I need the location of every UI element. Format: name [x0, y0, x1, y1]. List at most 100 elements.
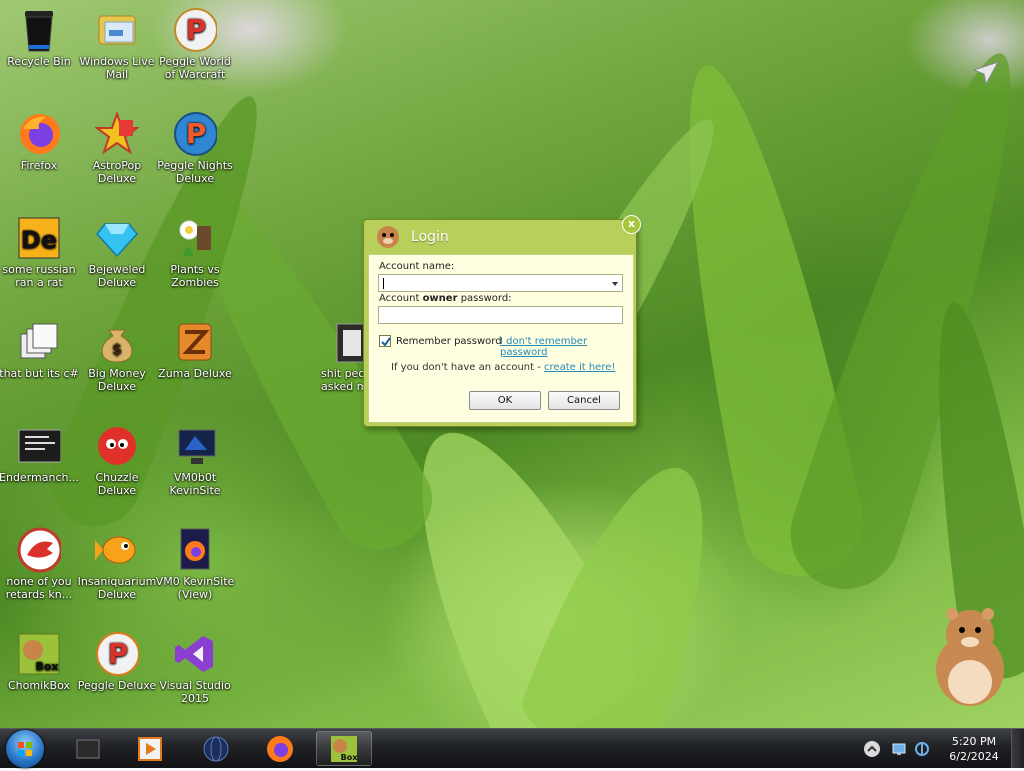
hamster-logo-icon — [376, 225, 400, 249]
svg-text:P: P — [186, 13, 207, 46]
zuma-icon — [173, 320, 217, 364]
show-hidden-icons-button[interactable] — [864, 741, 880, 757]
volume-icon[interactable] — [914, 741, 930, 760]
desktop-icon-label: Visual Studio 2015 — [159, 679, 231, 705]
remember-password-checkbox[interactable] — [379, 335, 391, 347]
desktop-icon-label: Chuzzle Deluxe — [95, 471, 139, 497]
desktop-icon-astropop-deluxe[interactable]: AstroPop Deluxe — [77, 108, 157, 185]
desktop-icon-label: Plants vs Zombies — [170, 263, 220, 289]
taskbar-firefox[interactable] — [254, 731, 306, 766]
password-field[interactable] — [378, 306, 623, 324]
desktop-icon-label: Peggle Nights Deluxe — [157, 159, 233, 185]
desktop-icon-big-money-deluxe[interactable]: $ Big Money Deluxe — [77, 316, 157, 393]
desktop-icon-label: Peggle World of Warcraft — [159, 55, 231, 81]
create-account-link[interactable]: create it here! — [544, 362, 615, 373]
desktop-icon-label: Big Money Deluxe — [88, 367, 146, 393]
mail-icon — [95, 8, 139, 52]
text-caret — [383, 278, 384, 289]
desktop-icon-label: Peggle Deluxe — [77, 679, 157, 692]
chuzzle-icon — [95, 424, 139, 468]
desktop-icon-peggle-nights-deluxe[interactable]: P Peggle Nights Deluxe — [155, 108, 235, 185]
desktop-icon-insaniquarium-deluxe[interactable]: Insaniquarium Deluxe — [77, 524, 157, 601]
network-icon[interactable] — [891, 741, 907, 760]
firefox-file-icon — [173, 528, 217, 572]
peggle-nights-icon: P — [173, 112, 217, 156]
desktop-icon-label: some russian ran a rat — [2, 263, 76, 289]
diamond-icon — [95, 216, 139, 260]
desktop-icon-label: Windows Live Mail — [79, 55, 155, 81]
desktop-icon-chuzzle-deluxe[interactable]: Chuzzle Deluxe — [77, 420, 157, 497]
cancel-button[interactable]: Cancel — [548, 391, 620, 410]
fish-icon — [95, 528, 139, 572]
desktop-icon-label: Recycle Bin — [7, 55, 71, 68]
clock-date: 6/2/2024 — [949, 750, 999, 763]
desktop-icon-zuma-deluxe[interactable]: Zuma Deluxe — [155, 316, 235, 380]
desktop-icon-label: Endermanch... — [0, 471, 79, 484]
desktop-icon-peggle-deluxe[interactable]: P Peggle Deluxe — [77, 628, 157, 692]
svg-text:P: P — [186, 117, 207, 150]
visual-studio-icon — [173, 632, 217, 676]
desktop-icon-label: Bejeweled Deluxe — [88, 263, 146, 289]
taskbar: Box 5:20 PM 6/2/2024 — [0, 728, 1024, 768]
show-desktop-button[interactable] — [1011, 729, 1024, 768]
peggle-icon: P — [95, 632, 139, 676]
desktop-icon-label: Zuma Deluxe — [158, 367, 232, 380]
desktop-icon-recycle-bin[interactable]: Recycle Bin — [0, 4, 79, 68]
desktop-icon-some-russian-ran-a-rat[interactable]: De some russian ran a rat — [0, 212, 79, 289]
svg-text:De: De — [21, 226, 57, 254]
money-bag-icon: $ — [95, 320, 139, 364]
system-clock[interactable]: 5:20 PM 6/2/2024 — [938, 734, 1010, 764]
start-button[interactable] — [6, 730, 44, 768]
desktop-icon-none-of-you-retards[interactable]: none of you retards kn... — [0, 524, 79, 601]
desktop-icon-peggle-world-of-warcraft[interactable]: P Peggle World of Warcraft — [155, 4, 235, 81]
desktop-icon-label: AstroPop Deluxe — [92, 159, 142, 185]
svg-text:Box: Box — [341, 753, 359, 762]
taskbar-media-player[interactable] — [124, 731, 176, 766]
ok-button[interactable]: OK — [469, 391, 541, 410]
desktop-icon-that-but-its-csharp[interactable]: that but its c# — [0, 316, 79, 380]
close-icon: x — [627, 217, 636, 230]
recycle-bin-icon — [17, 8, 61, 52]
taskbar-explorer[interactable] — [62, 731, 114, 766]
desktop-icon-vm0b0t-kevinsite[interactable]: VM0b0t KevinSite — [155, 420, 235, 497]
desktop-icon-label: VM0 KevinSite (View) — [155, 575, 235, 601]
dialog-body: Account name: Account owner password: Re… — [368, 254, 634, 423]
hamster-mascot-image — [920, 600, 1010, 713]
plant-icon — [173, 216, 217, 260]
desktop-icon-bejeweled-deluxe[interactable]: Bejeweled Deluxe — [77, 212, 157, 289]
peggle-icon: P — [173, 8, 217, 52]
desktop-icon-firefox[interactable]: Firefox — [0, 108, 79, 172]
console-icon — [17, 424, 61, 468]
checkmark-icon — [381, 337, 391, 347]
firefox-icon — [17, 112, 61, 156]
remember-password-label[interactable]: Remember password — [396, 336, 502, 347]
desktop-icon-plants-vs-zombies[interactable]: Plants vs Zombies — [155, 212, 235, 289]
explorer-icon — [76, 739, 100, 758]
svg-text:P: P — [108, 637, 129, 670]
astropop-icon — [95, 112, 139, 156]
desktop-icon-vm0-kevinsite-view[interactable]: VM0 KevinSite (View) — [155, 524, 235, 601]
taskbar-globe-app[interactable] — [190, 731, 242, 766]
account-name-label: Account name: — [379, 261, 455, 272]
account-name-combobox[interactable] — [378, 274, 623, 292]
svg-text:Box: Box — [35, 660, 58, 673]
password-label: Account owner password: — [379, 293, 512, 304]
desktop-icon-visual-studio-2015[interactable]: Visual Studio 2015 — [155, 628, 235, 705]
desktop-icon-label: Insaniquarium Deluxe — [77, 575, 157, 601]
close-button[interactable]: x — [622, 215, 641, 234]
dialog-titlebar[interactable]: Login — [364, 220, 636, 254]
monitor-icon — [173, 424, 217, 468]
globe-icon — [203, 736, 229, 761]
desktop-icon-windows-live-mail[interactable]: Windows Live Mail — [77, 4, 157, 81]
chevron-down-icon[interactable] — [612, 282, 618, 286]
desktop-icon-label: Firefox — [20, 159, 58, 172]
taskbar-chomikbox[interactable]: Box — [316, 731, 372, 766]
windows-logo-icon — [18, 742, 32, 756]
no-account-text: If you don't have an account - create it… — [391, 362, 616, 373]
chomikbox-icon: Box — [17, 632, 61, 676]
forgot-password-link[interactable]: I don't remember password — [500, 336, 633, 358]
desktop-icon-endermanch[interactable]: Endermanch... — [0, 420, 79, 484]
svg-text:$: $ — [112, 342, 122, 358]
dialog-title: Login — [411, 229, 449, 245]
desktop-icon-chomikbox[interactable]: Box ChomikBox — [0, 628, 79, 692]
